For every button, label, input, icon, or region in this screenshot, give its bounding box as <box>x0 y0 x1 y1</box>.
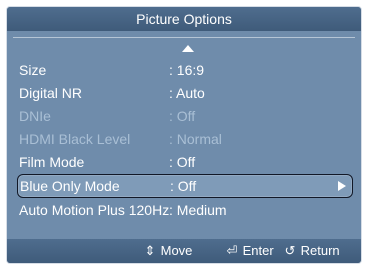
return-hint: ↺ Return <box>283 239 340 263</box>
menu-item-dnie: DNIe : Off <box>17 105 351 127</box>
menu-item-label: Film Mode <box>19 154 85 170</box>
enter-icon: ⏎ <box>226 243 238 258</box>
navigation-hints: ⇕ Move ⏎ Enter ↺ Return <box>7 239 361 263</box>
menu-item-value: : 16:9 <box>169 62 205 78</box>
scroll-up-icon[interactable] <box>182 45 194 52</box>
menu-list: Size : 16:9 Digital NR : Auto DNIe : Off… <box>7 31 361 242</box>
menu-item-value: : Normal <box>169 131 222 147</box>
menu-item-label: Blue Only Mode <box>20 178 120 194</box>
menu-title-bar: Picture Options <box>7 7 361 31</box>
return-label: Return <box>300 243 340 258</box>
menu-item-value: : Auto <box>169 85 205 101</box>
menu-item-label: HDMI Black Level <box>19 131 131 147</box>
menu-item-value: : Off <box>170 178 197 194</box>
menu-item-auto-motion-plus-120hz[interactable]: Auto Motion Plus 120Hz : Medium <box>17 199 351 221</box>
menu-item-value: : Off <box>169 108 196 124</box>
menu-item-hdmi-black-level: HDMI Black Level : Normal <box>17 128 351 150</box>
right-arrow-icon[interactable] <box>338 181 346 191</box>
up-down-arrows-icon: ⇕ <box>144 243 156 258</box>
menu-item-digital-nr[interactable]: Digital NR : Auto <box>17 82 351 104</box>
menu-item-label: DNIe <box>19 108 51 124</box>
move-hint: ⇕ Move <box>143 239 193 263</box>
enter-hint: ⏎ Enter <box>225 239 274 263</box>
return-icon: ↺ <box>284 243 296 258</box>
menu-item-value: : Medium <box>169 202 227 218</box>
menu-item-size[interactable]: Size : 16:9 <box>17 59 351 81</box>
move-label: Move <box>160 243 193 258</box>
menu-item-label: Digital NR <box>19 85 83 101</box>
picture-options-menu: Picture Options Size : 16:9 Digital NR :… <box>6 6 362 264</box>
menu-item-value: : Off <box>169 154 196 170</box>
menu-item-blue-only-mode[interactable]: Blue Only Mode : Off <box>17 174 353 198</box>
menu-item-label: Auto Motion Plus 120Hz <box>19 202 170 218</box>
menu-item-label: Size <box>19 62 47 78</box>
menu-item-film-mode[interactable]: Film Mode : Off <box>17 151 351 173</box>
enter-label: Enter <box>242 243 274 258</box>
menu-title: Picture Options <box>136 11 232 27</box>
